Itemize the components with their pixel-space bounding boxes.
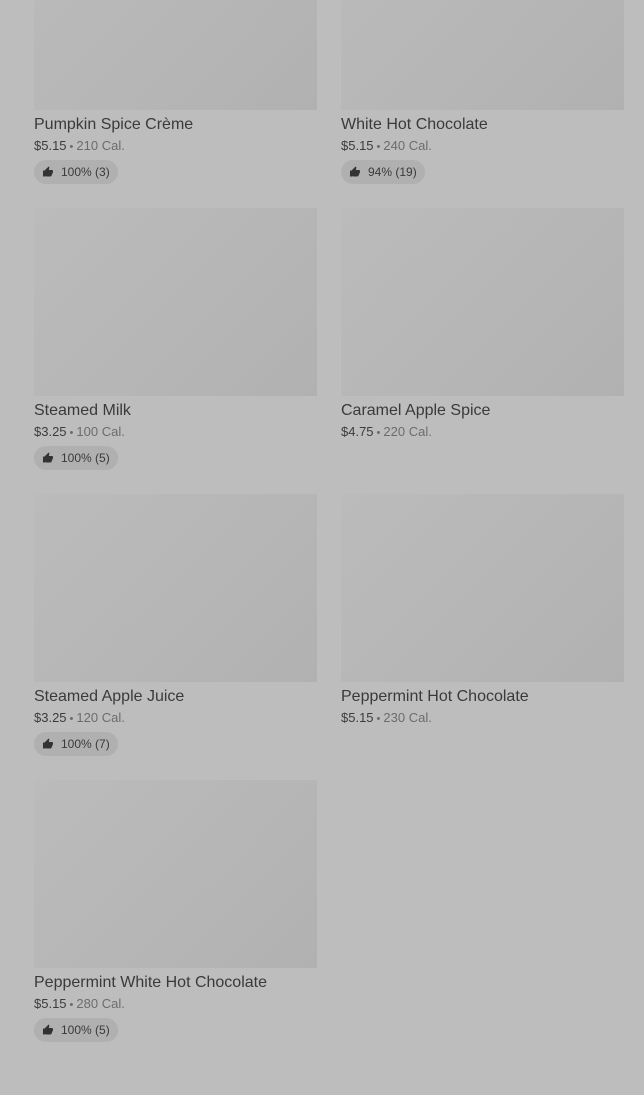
rating-text: 100% (5) [61, 1023, 110, 1037]
item-price: $4.75 [341, 424, 374, 439]
item-meta: $5.15 • 280 Cal. [34, 996, 317, 1013]
item-name: Peppermint Hot Chocolate [341, 688, 529, 705]
item-price: $3.25 [34, 424, 67, 439]
item-calories: 230 Cal. [383, 710, 432, 725]
rating-badge: 100% (7) [34, 732, 118, 756]
menu-item-grid: Pumpkin Spice Crème $5.15 • 210 Cal. 100% … [34, 0, 624, 1066]
thumbs-up-icon [43, 1024, 53, 1035]
item-image[interactable] [34, 0, 317, 110]
item-price: $5.15 [34, 138, 67, 153]
menu-page: Pumpkin Spice Crème $5.15 • 210 Cal. 100% … [0, 0, 644, 1095]
rating-text: 100% (7) [61, 737, 110, 751]
thumbs-up-icon [350, 166, 360, 177]
item-image[interactable] [341, 0, 624, 110]
menu-item-card[interactable]: Steamed Apple Juice $3.25 • 120 Cal. 100% … [34, 494, 317, 780]
item-image[interactable] [34, 780, 317, 968]
separator: • [69, 141, 74, 153]
item-name: Steamed Milk [34, 402, 131, 419]
item-calories: 280 Cal. [76, 996, 125, 1011]
separator: • [69, 713, 74, 725]
item-meta: $3.25 • 120 Cal. [34, 710, 317, 727]
item-meta: $4.75 • 220 Cal. [341, 424, 624, 441]
item-name: White Hot Chocolate [341, 116, 488, 133]
thumbs-up-icon [43, 166, 53, 177]
item-price: $5.15 [341, 710, 374, 725]
menu-item-card[interactable]: Pumpkin Spice Crème $5.15 • 210 Cal. 100% … [34, 0, 317, 208]
menu-item-card[interactable]: Peppermint White Hot Chocolate $5.15 • 280… [34, 780, 317, 1066]
rating-badge: 100% (5) [34, 446, 118, 470]
rating-badge: 100% (5) [34, 1018, 118, 1042]
item-price: $5.15 [341, 138, 374, 153]
menu-item-card[interactable]: Steamed Milk $3.25 • 100 Cal. 100% (5) [34, 208, 317, 494]
item-meta: $5.15 • 240 Cal. [341, 138, 624, 155]
menu-item-card[interactable]: White Hot Chocolate $5.15 • 240 Cal. 94% (… [341, 0, 624, 208]
separator: • [376, 713, 381, 725]
item-calories: 210 Cal. [76, 138, 125, 153]
rating-text: 94% (19) [368, 165, 417, 179]
menu-item-card[interactable]: Peppermint Hot Chocolate $5.15 • 230 Cal. [341, 494, 624, 780]
separator: • [376, 141, 381, 153]
item-image[interactable] [34, 494, 317, 682]
item-image[interactable] [34, 208, 317, 396]
thumbs-up-icon [43, 738, 53, 749]
item-name: Caramel Apple Spice [341, 402, 491, 419]
item-calories: 240 Cal. [383, 138, 432, 153]
item-image[interactable] [341, 208, 624, 396]
rating-badge: 100% (3) [34, 160, 118, 184]
item-calories: 100 Cal. [76, 424, 125, 439]
separator: • [69, 427, 74, 439]
menu-item-card[interactable]: Caramel Apple Spice $4.75 • 220 Cal. [341, 208, 624, 494]
thumbs-up-icon [43, 452, 53, 463]
separator: • [69, 999, 74, 1011]
rating-badge: 94% (19) [341, 160, 425, 184]
item-price: $5.15 [34, 996, 67, 1011]
separator: • [376, 427, 381, 439]
item-price: $3.25 [34, 710, 67, 725]
item-image[interactable] [341, 494, 624, 682]
item-name: Peppermint White Hot Chocolate [34, 974, 267, 991]
item-calories: 120 Cal. [76, 710, 125, 725]
rating-text: 100% (5) [61, 451, 110, 465]
item-name: Steamed Apple Juice [34, 688, 185, 705]
item-meta: $5.15 • 210 Cal. [34, 138, 317, 155]
item-calories: 220 Cal. [383, 424, 432, 439]
item-meta: $5.15 • 230 Cal. [341, 710, 624, 727]
rating-text: 100% (3) [61, 165, 110, 179]
item-name: Pumpkin Spice Crème [34, 116, 194, 133]
item-meta: $3.25 • 100 Cal. [34, 424, 317, 441]
